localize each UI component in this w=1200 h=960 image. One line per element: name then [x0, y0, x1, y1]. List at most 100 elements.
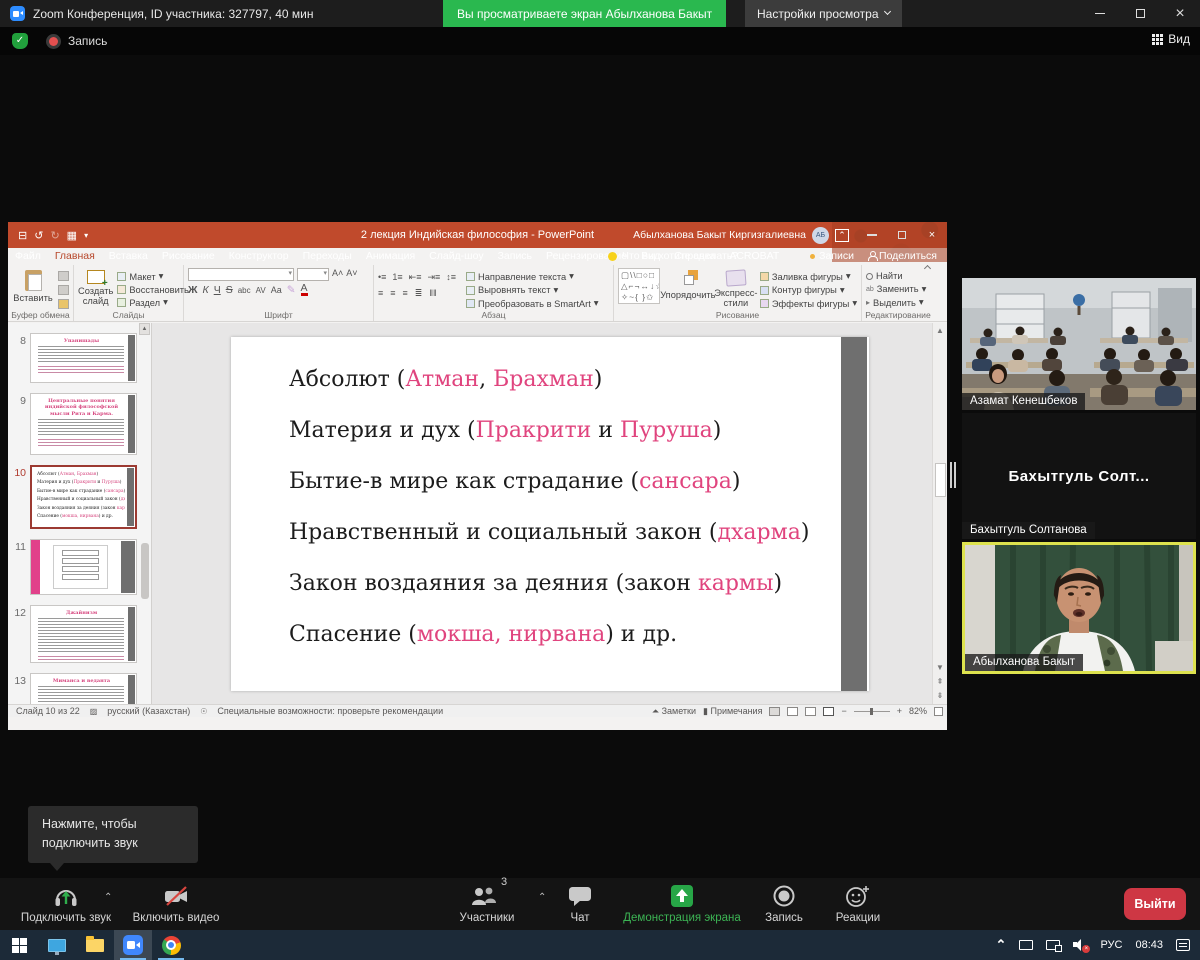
zoom-slider[interactable] [854, 711, 890, 712]
ppt-tab-главная[interactable]: Главная [48, 248, 102, 265]
qat-customize-icon[interactable]: ▾ [84, 231, 88, 240]
change-case-button[interactable]: Aa [271, 285, 282, 295]
thumbnail-preview[interactable]: Джайнизм [30, 605, 137, 663]
slideshow-view-icon[interactable] [823, 707, 834, 716]
reset-button[interactable]: Восстановить [117, 285, 189, 295]
tell-me-box[interactable]: Что вы хотите сделать? [608, 250, 738, 262]
tray-expand-icon[interactable]: ⌃ [996, 937, 1007, 953]
highlight-button[interactable]: ✎ [287, 284, 296, 296]
normal-view-icon[interactable] [769, 707, 780, 716]
security-shield-icon[interactable]: ✓ [12, 33, 28, 49]
thumbnail-preview[interactable]: Абсолют (Атман, Брахман)Материя и дух (П… [30, 465, 137, 529]
zoom-app-button[interactable] [114, 930, 152, 960]
char-spacing-button[interactable]: AV [256, 286, 266, 295]
find-button[interactable]: Найти [866, 271, 926, 281]
notes-toggle[interactable]: ⏶ Заметки [652, 706, 696, 717]
font-name-combo[interactable] [188, 268, 294, 281]
section-button[interactable]: Раздел ▾ [117, 297, 189, 308]
underline-button[interactable]: Ч [214, 284, 221, 296]
reading-view-icon[interactable] [805, 707, 816, 716]
numbering-icon[interactable]: 1≡ [392, 272, 402, 283]
fit-slide-icon[interactable] [934, 707, 943, 716]
thumbnail-preview[interactable]: Упанишады [30, 333, 137, 383]
line-spacing-icon[interactable]: ↕≡ [446, 272, 456, 283]
copy-icon[interactable] [58, 285, 69, 295]
join-audio-button[interactable]: Подключить звук [12, 883, 120, 924]
slide-thumbnail-10[interactable]: 10Абсолют (Атман, Брахман)Материя и дух … [8, 465, 137, 529]
slide-text-line-6[interactable]: Спасение (мокша, нирвана) и др. [289, 622, 677, 647]
format-painter-icon[interactable] [58, 299, 69, 309]
start-button[interactable] [0, 930, 38, 960]
strikethrough-button[interactable]: S [226, 284, 233, 296]
minimize-button[interactable] [1080, 0, 1120, 27]
redo-icon[interactable]: ↻ [50, 229, 59, 242]
slide-thumbnail-8[interactable]: 8Упанишады [8, 333, 137, 383]
ppt-minimize-button[interactable] [857, 222, 887, 248]
align-right-icon[interactable]: ≡ [403, 288, 408, 299]
ppt-tab-конструктор[interactable]: Конструктор [222, 248, 296, 265]
zoom-level[interactable]: 82% [909, 706, 927, 716]
view-button[interactable]: Вид [1152, 32, 1190, 46]
text-shadow-button[interactable]: abc [238, 286, 251, 295]
align-text-button[interactable]: Выровнять текст ▾ [466, 285, 598, 296]
ppt-tab-рисование[interactable]: Рисование [155, 248, 222, 265]
smartart-button[interactable]: Преобразовать в SmartArt ▾ [466, 298, 598, 309]
slide-thumbnail-12[interactable]: 12Джайнизм [8, 605, 137, 663]
slide-sorter-view-icon[interactable] [787, 707, 798, 716]
comments-toggle[interactable]: ▮ Примечания [703, 706, 762, 717]
thumb-scroll-up[interactable]: ▲ [139, 323, 150, 335]
share-screen-button[interactable]: Демонстрация экрана [612, 883, 752, 924]
quick-styles-button[interactable]: Экспресс-стили [716, 268, 756, 309]
bullets-icon[interactable]: •≡ [378, 272, 386, 283]
cut-icon[interactable] [58, 271, 69, 281]
scrollbar-thumb[interactable] [935, 463, 946, 497]
panel-resize-handle[interactable] [950, 462, 957, 488]
slide-text-line-3[interactable]: Бытие-в мире как страдание (сансара) [289, 469, 740, 494]
zoom-in-icon[interactable]: + [897, 706, 902, 716]
participants-button[interactable]: 3 Участники [448, 883, 526, 924]
close-button[interactable]: × [1160, 0, 1200, 27]
slide-text-line-5[interactable]: Закон воздаяния за деяния (закон кармы) [289, 571, 782, 596]
ppt-tab-файл[interactable]: Файл [8, 248, 48, 265]
align-center-icon[interactable]: ≡ [390, 288, 395, 299]
display-cast-icon[interactable] [1019, 940, 1033, 950]
align-left-icon[interactable]: ≡ [378, 288, 383, 299]
maximize-button[interactable] [1120, 0, 1160, 27]
ppt-tab-запись[interactable]: Запись [491, 248, 539, 265]
ppt-restore-button[interactable] [887, 222, 917, 248]
participant-video-2[interactable]: Бахытгуль Солт... Бахытгуль Солтанова [962, 413, 1196, 539]
participants-chevron[interactable]: ⌃ [538, 892, 546, 903]
share-button[interactable]: Поделиться [868, 250, 937, 262]
undo-icon[interactable]: ↺ [34, 229, 43, 242]
ppt-close-button[interactable]: × [917, 222, 947, 248]
audio-options-chevron[interactable]: ⌃ [104, 892, 112, 903]
scroll-down-icon[interactable]: ▼ [934, 661, 947, 674]
leave-button[interactable]: Выйти [1124, 888, 1186, 920]
ppt-tab-вставка[interactable]: Вставка [102, 248, 155, 265]
thumbnail-preview[interactable]: Центральные понятия индийской философско… [30, 393, 137, 455]
text-direction-button[interactable]: Направление текста ▾ [466, 271, 598, 282]
chat-button[interactable]: Чат [560, 883, 600, 924]
ribbon-display-button[interactable]: ⌃ [827, 222, 857, 248]
new-slide-button[interactable]: Создать слайд [78, 268, 113, 309]
slide-text-line-4[interactable]: Нравственный и социальный закон (дхарма) [289, 520, 809, 545]
participant-video-1[interactable]: Азамат Кенешбеков [962, 278, 1196, 410]
start-video-button[interactable]: Включить видео [128, 883, 224, 924]
ppt-account[interactable]: Абылханова Бакыт Киргизгалиевна АБ [633, 227, 829, 244]
ppt-tab-анимация[interactable]: Анимация [359, 248, 422, 265]
indent-decrease-icon[interactable]: ⇤≡ [409, 272, 422, 283]
ppt-tab-переходы[interactable]: Переходы [296, 248, 359, 265]
current-slide[interactable]: Абсолют (Атман, Брахман)Материя и дух (П… [231, 337, 869, 691]
task-view-button[interactable] [38, 930, 76, 960]
volume-muted-icon[interactable]: × [1073, 939, 1087, 951]
slide-thumbnail-panel[interactable]: 8Упанишады9Центральные понятия индийской… [8, 323, 152, 717]
language-indicator[interactable]: РУС [1100, 939, 1122, 951]
quick-access-toolbar[interactable]: ⊟ ↺ ↻ ▦ ▾ [18, 229, 88, 242]
font-color-button[interactable]: А [301, 284, 308, 296]
slideshow-icon[interactable]: ▦ [67, 229, 77, 242]
action-center-icon[interactable] [1176, 939, 1190, 951]
chrome-button[interactable] [152, 930, 190, 960]
scroll-up-icon[interactable]: ▲ [934, 324, 947, 337]
view-options-button[interactable]: Настройки просмотра [745, 0, 902, 27]
bold-button[interactable]: Ж [188, 284, 198, 296]
